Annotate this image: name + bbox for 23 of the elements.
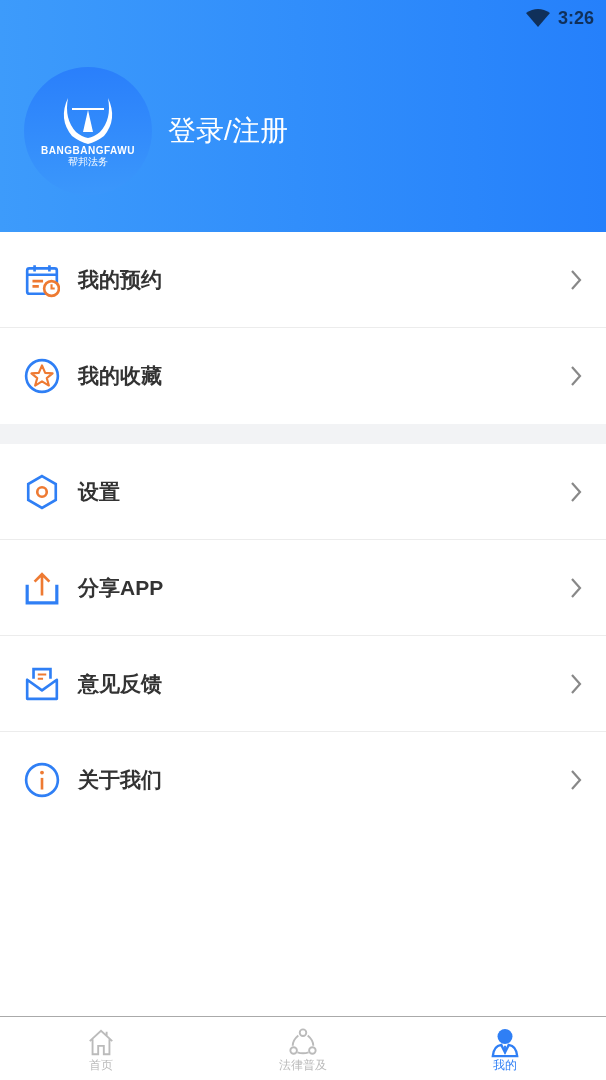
chevron-right-icon [570, 672, 582, 695]
menu-label: 我的预约 [78, 266, 162, 293]
clock-time: 3:26 [557, 6, 594, 30]
menu-label: 设置 [78, 478, 120, 505]
chevron-right-icon [570, 576, 582, 599]
menu-label: 分享APP [78, 574, 164, 601]
house-icon [86, 1028, 116, 1058]
chevron-right-icon [570, 365, 582, 387]
hexagon-gear-icon [24, 473, 60, 510]
chevron-right-icon [570, 769, 582, 791]
chevron-right-icon [570, 268, 582, 291]
menu-label: 意见反馈 [78, 670, 162, 697]
menu-label: 关于我们 [78, 767, 162, 794]
person-icon [490, 1028, 520, 1058]
menu-label: 我的收藏 [78, 363, 162, 390]
logo-brand-text: BANGBANGFAWU [41, 145, 135, 156]
logo-subtitle: 帮邦法务 [68, 155, 108, 169]
info-icon [24, 762, 60, 798]
tab[interactable]: 我的 [404, 1017, 606, 1080]
wifi-icon [525, 9, 550, 27]
envelope-icon [24, 665, 60, 702]
network-icon [288, 1028, 318, 1058]
chevron-right-icon [570, 480, 582, 503]
